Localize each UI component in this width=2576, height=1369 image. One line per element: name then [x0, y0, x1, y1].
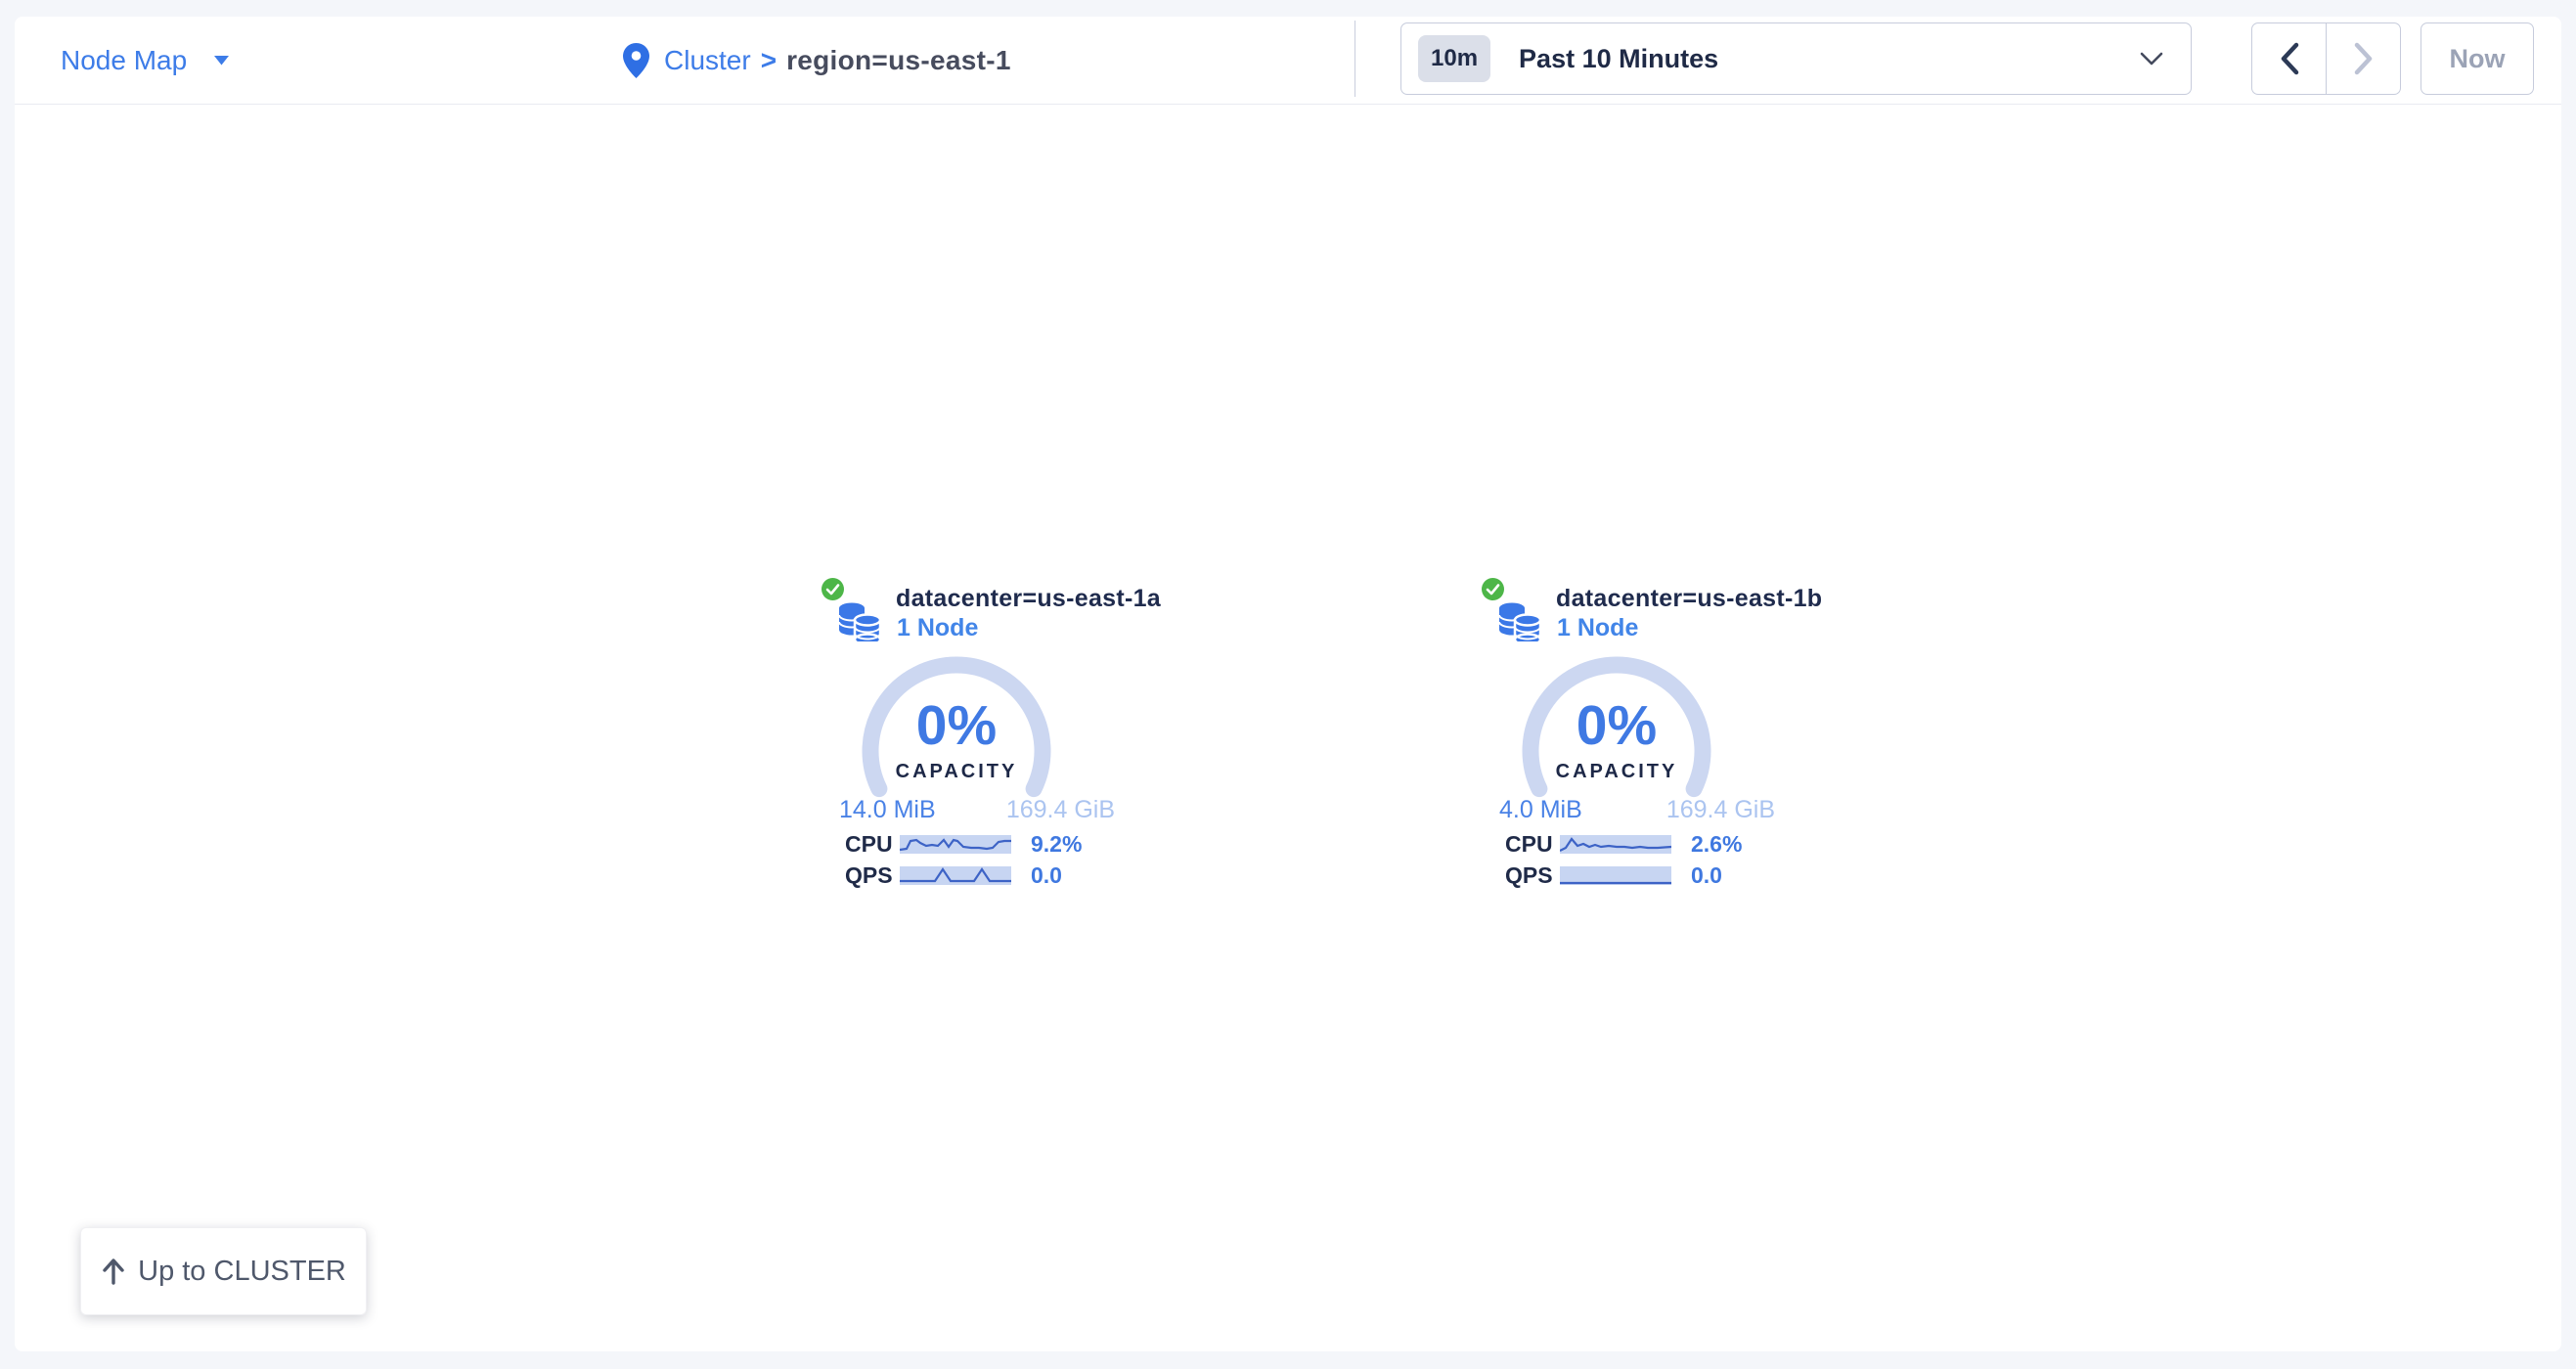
time-prev-button[interactable] — [2252, 23, 2326, 94]
breadcrumb-separator: > — [761, 45, 777, 76]
view-selector-dropdown[interactable]: Node Map — [61, 41, 230, 80]
cpu-stat-row: CPU 2.6% — [1499, 831, 1775, 857]
qps-sparkline — [1560, 866, 1671, 885]
qps-sparkline — [900, 866, 1011, 885]
capacity-label: CAPACITY — [1519, 761, 1714, 783]
qps-stat-row: QPS 0.0 — [839, 862, 1115, 888]
breadcrumb-link-cluster[interactable]: Cluster — [664, 45, 751, 76]
content-panel: Node Map Cluster > region=us-east-1 10m … — [15, 17, 2561, 1351]
qps-label: QPS — [1499, 862, 1560, 889]
time-range-label: Past 10 Minutes — [1519, 44, 1718, 74]
capacity-percent: 0% — [859, 698, 1054, 754]
locality-title: datacenter=us-east-1b — [1556, 585, 1822, 613]
database-icon — [839, 596, 880, 641]
cpu-label: CPU — [1499, 831, 1560, 858]
cpu-sparkline — [900, 835, 1011, 854]
cpu-stat-row: CPU 9.2% — [839, 831, 1115, 857]
capacity-values-row: 14.0 MiB 169.4 GiB — [839, 796, 1115, 824]
qps-value: 0.0 — [1031, 862, 1062, 889]
now-button[interactable]: Now — [2421, 22, 2534, 95]
locality-card-us-east-1a[interactable]: datacenter=us-east-1a 1 Node 0% CAPACITY… — [822, 575, 1117, 903]
cpu-sparkline — [1560, 835, 1671, 854]
time-range-dropdown[interactable]: 10m Past 10 Minutes — [1400, 22, 2192, 95]
arrow-up-icon — [101, 1258, 126, 1285]
chevron-right-icon — [2353, 42, 2375, 75]
database-icon — [1499, 596, 1540, 641]
qps-stat-row: QPS 0.0 — [1499, 862, 1775, 888]
capacity-total: 169.4 GiB — [1666, 796, 1775, 824]
qps-label: QPS — [839, 862, 900, 889]
time-nav-group — [2251, 22, 2401, 95]
cpu-value: 9.2% — [1031, 831, 1082, 858]
location-pin-icon — [623, 43, 649, 79]
chevron-down-icon — [2140, 52, 2163, 66]
page-header: Node Map Cluster > region=us-east-1 10m … — [15, 17, 2561, 105]
time-next-button[interactable] — [2326, 23, 2400, 94]
locality-card-us-east-1b[interactable]: datacenter=us-east-1b 1 Node 0% CAPACITY… — [1482, 575, 1777, 903]
capacity-percent: 0% — [1519, 698, 1714, 754]
capacity-used: 4.0 MiB — [1499, 796, 1582, 824]
chevron-left-icon — [2279, 42, 2300, 75]
capacity-values-row: 4.0 MiB 169.4 GiB — [1499, 796, 1775, 824]
time-range-badge: 10m — [1418, 35, 1490, 82]
locality-title: datacenter=us-east-1a — [896, 585, 1161, 613]
up-to-cluster-label: Up to CLUSTER — [138, 1256, 346, 1288]
capacity-used: 14.0 MiB — [839, 796, 936, 824]
locality-node-count: 1 Node — [1557, 614, 1638, 642]
view-selector-label: Node Map — [61, 45, 187, 76]
capacity-total: 169.4 GiB — [1006, 796, 1115, 824]
breadcrumb: Cluster > region=us-east-1 — [623, 39, 1011, 82]
locality-node-count: 1 Node — [897, 614, 978, 642]
cpu-label: CPU — [839, 831, 900, 858]
breadcrumb-current-region: region=us-east-1 — [786, 45, 1011, 76]
up-to-cluster-button[interactable]: Up to CLUSTER — [80, 1227, 367, 1315]
cpu-value: 2.6% — [1691, 831, 1742, 858]
chevron-down-icon — [213, 55, 230, 66]
capacity-label: CAPACITY — [859, 761, 1054, 783]
node-map-page: { "colors": { "accent_blue": "#3e7ce4", … — [0, 0, 2576, 1369]
qps-value: 0.0 — [1691, 862, 1722, 889]
